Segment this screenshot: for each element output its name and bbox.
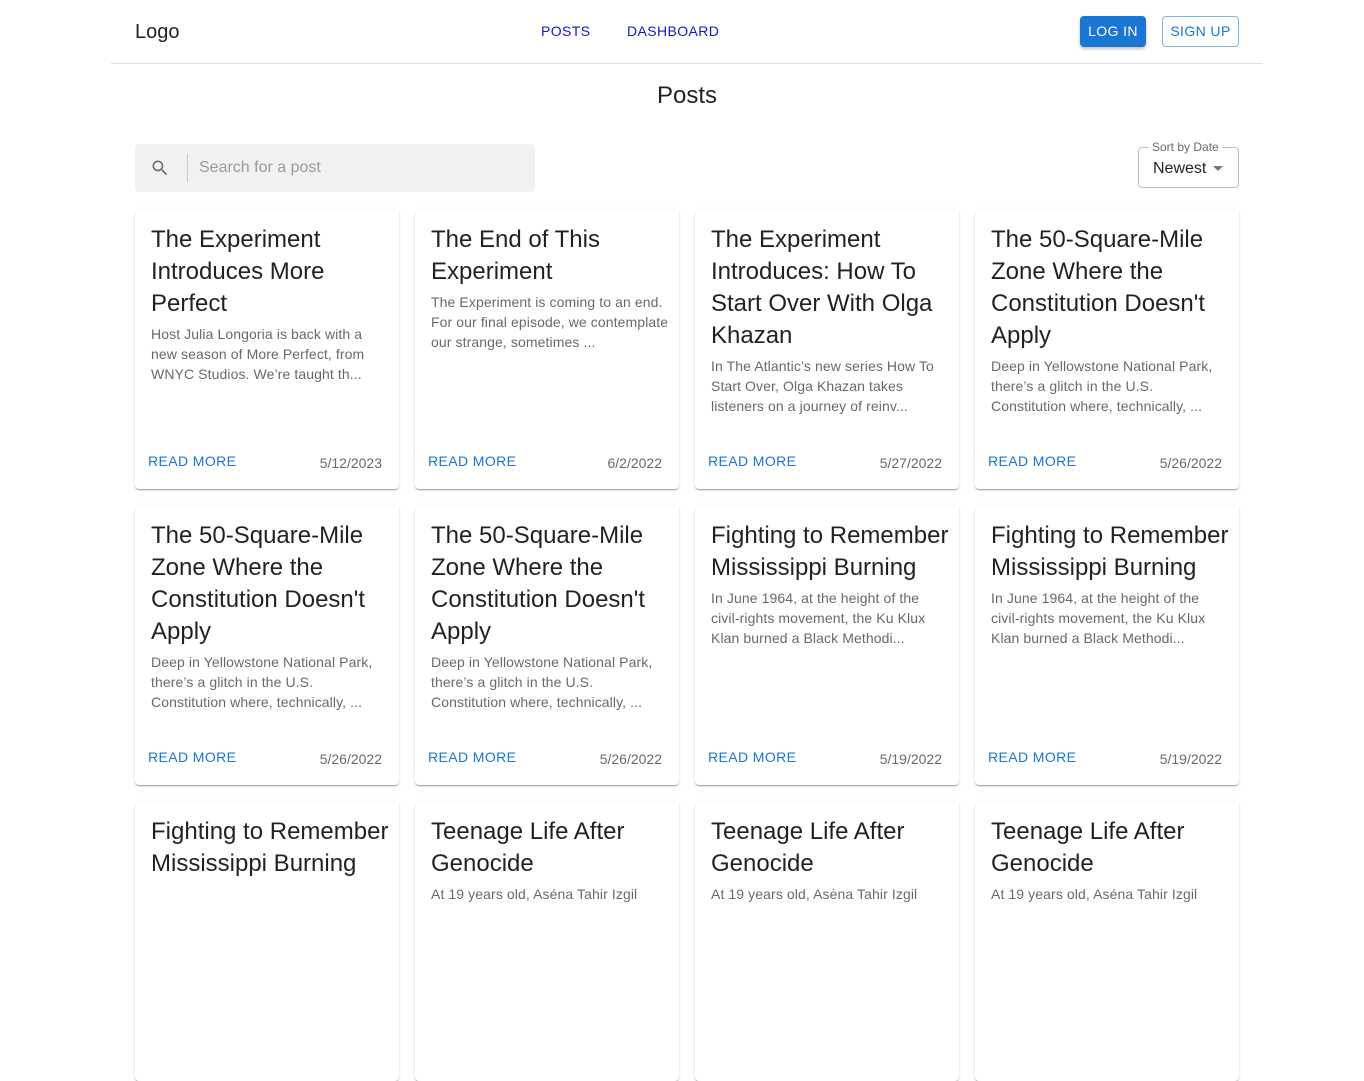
post-date: 5/12/2023 xyxy=(319,455,382,471)
post-card: Teenage Life After Genocide At 19 years … xyxy=(975,801,1239,1081)
read-more-button[interactable]: READ MORE xyxy=(988,453,1076,469)
post-card: The End of This Experiment The Experimen… xyxy=(415,209,679,489)
post-excerpt: Deep in Yellowstone National Park, there… xyxy=(151,654,373,710)
read-more-button[interactable]: READ MORE xyxy=(708,749,796,765)
sort-by-date-select[interactable]: Sort by Date Newest xyxy=(1138,140,1239,188)
post-title: The Experiment Introduces More Perfect H… xyxy=(151,224,391,384)
post-card: Teenage Life After Genocide At 19 years … xyxy=(415,801,679,1081)
post-date: 5/26/2022 xyxy=(319,751,382,767)
post-excerpt: Host Julia Longoria is back with a new s… xyxy=(151,326,365,382)
search-input[interactable] xyxy=(199,156,519,180)
signup-button[interactable]: SIGN UP xyxy=(1162,16,1239,47)
top-navbar: Logo POSTS DASHBOARD LOG IN SIGN UP xyxy=(111,0,1263,64)
post-excerpt: In June 1964, at the height of the civil… xyxy=(991,590,1206,646)
post-excerpt: At 19 years old, Asėna Tahir Izgil xyxy=(711,886,918,902)
read-more-button[interactable]: READ MORE xyxy=(428,453,516,469)
post-card: The Experiment Introduces: How To Start … xyxy=(695,209,959,489)
post-title: Fighting to Remember Mississippi Burning… xyxy=(711,520,951,648)
post-title: Fighting to Remember Mississippi Burning… xyxy=(991,520,1231,648)
post-card: The 50-Square-Mile Zone Where the Consti… xyxy=(415,505,679,785)
read-more-button[interactable]: READ MORE xyxy=(148,749,236,765)
post-date: 6/2/2022 xyxy=(607,455,663,471)
logo[interactable]: Logo xyxy=(135,20,180,44)
search-divider xyxy=(187,154,188,182)
page-title: Posts xyxy=(656,82,718,109)
read-more-button[interactable]: READ MORE xyxy=(428,749,516,765)
post-excerpt: The Experiment is coming to an end. For … xyxy=(431,294,669,350)
post-date: 5/19/2022 xyxy=(1159,751,1222,767)
post-card: Fighting to Remember Mississippi Burning… xyxy=(975,505,1239,785)
post-date: 5/26/2022 xyxy=(599,751,662,767)
post-title: The End of This Experiment The Experimen… xyxy=(431,224,671,352)
post-date: 5/27/2022 xyxy=(879,455,942,471)
read-more-button[interactable]: READ MORE xyxy=(708,453,796,469)
post-title: The 50-Square-Mile Zone Where the Consti… xyxy=(991,224,1231,416)
post-date: 5/19/2022 xyxy=(879,751,942,767)
post-card: Fighting to Remember Mississippi Burning xyxy=(135,801,399,1081)
search-bar xyxy=(135,144,535,192)
post-date: 5/26/2022 xyxy=(1159,455,1222,471)
nav-link-dashboard[interactable]: DASHBOARD xyxy=(627,23,719,39)
post-title: The Experiment Introduces: How To Start … xyxy=(711,224,951,416)
login-button[interactable]: LOG IN xyxy=(1080,16,1146,47)
post-excerpt: In June 1964, at the height of the civil… xyxy=(711,590,926,646)
post-card: The Experiment Introduces More Perfect H… xyxy=(135,209,399,489)
post-card: Teenage Life After Genocide At 19 years … xyxy=(695,801,959,1081)
post-title: The 50-Square-Mile Zone Where the Consti… xyxy=(431,520,671,712)
post-title: Teenage Life After Genocide At 19 years … xyxy=(991,816,1231,904)
post-title: The 50-Square-Mile Zone Where the Consti… xyxy=(151,520,391,712)
post-title: Teenage Life After Genocide At 19 years … xyxy=(711,816,951,904)
sort-label: Sort by Date xyxy=(1148,140,1223,154)
chevron-down-icon xyxy=(1213,166,1223,171)
post-card: The 50-Square-Mile Zone Where the Consti… xyxy=(135,505,399,785)
post-title: Fighting to Remember Mississippi Burning xyxy=(151,818,389,877)
post-excerpt: Deep in Yellowstone National Park, there… xyxy=(991,358,1213,414)
post-title: Teenage Life After Genocide At 19 years … xyxy=(431,816,671,904)
post-excerpt: Deep in Yellowstone National Park, there… xyxy=(431,654,653,710)
post-card: The 50-Square-Mile Zone Where the Consti… xyxy=(975,209,1239,489)
search-icon xyxy=(150,158,170,178)
post-excerpt: In The Atlantic’s new series How To Star… xyxy=(711,358,934,414)
posts-grid: The Experiment Introduces More Perfect H… xyxy=(135,209,1239,1081)
read-more-button[interactable]: READ MORE xyxy=(148,453,236,469)
post-excerpt: At 19 years old, Aséna Tahir Izgil xyxy=(431,886,638,902)
nav-link-posts[interactable]: POSTS xyxy=(541,23,590,39)
sort-value: Newest xyxy=(1153,160,1207,177)
read-more-button[interactable]: READ MORE xyxy=(988,749,1076,765)
post-excerpt: At 19 years old, Aséna Tahir Izgil xyxy=(991,886,1198,902)
post-card: Fighting to Remember Mississippi Burning… xyxy=(695,505,959,785)
page-container: Logo POSTS DASHBOARD LOG IN SIGN UP Post… xyxy=(111,0,1263,1081)
